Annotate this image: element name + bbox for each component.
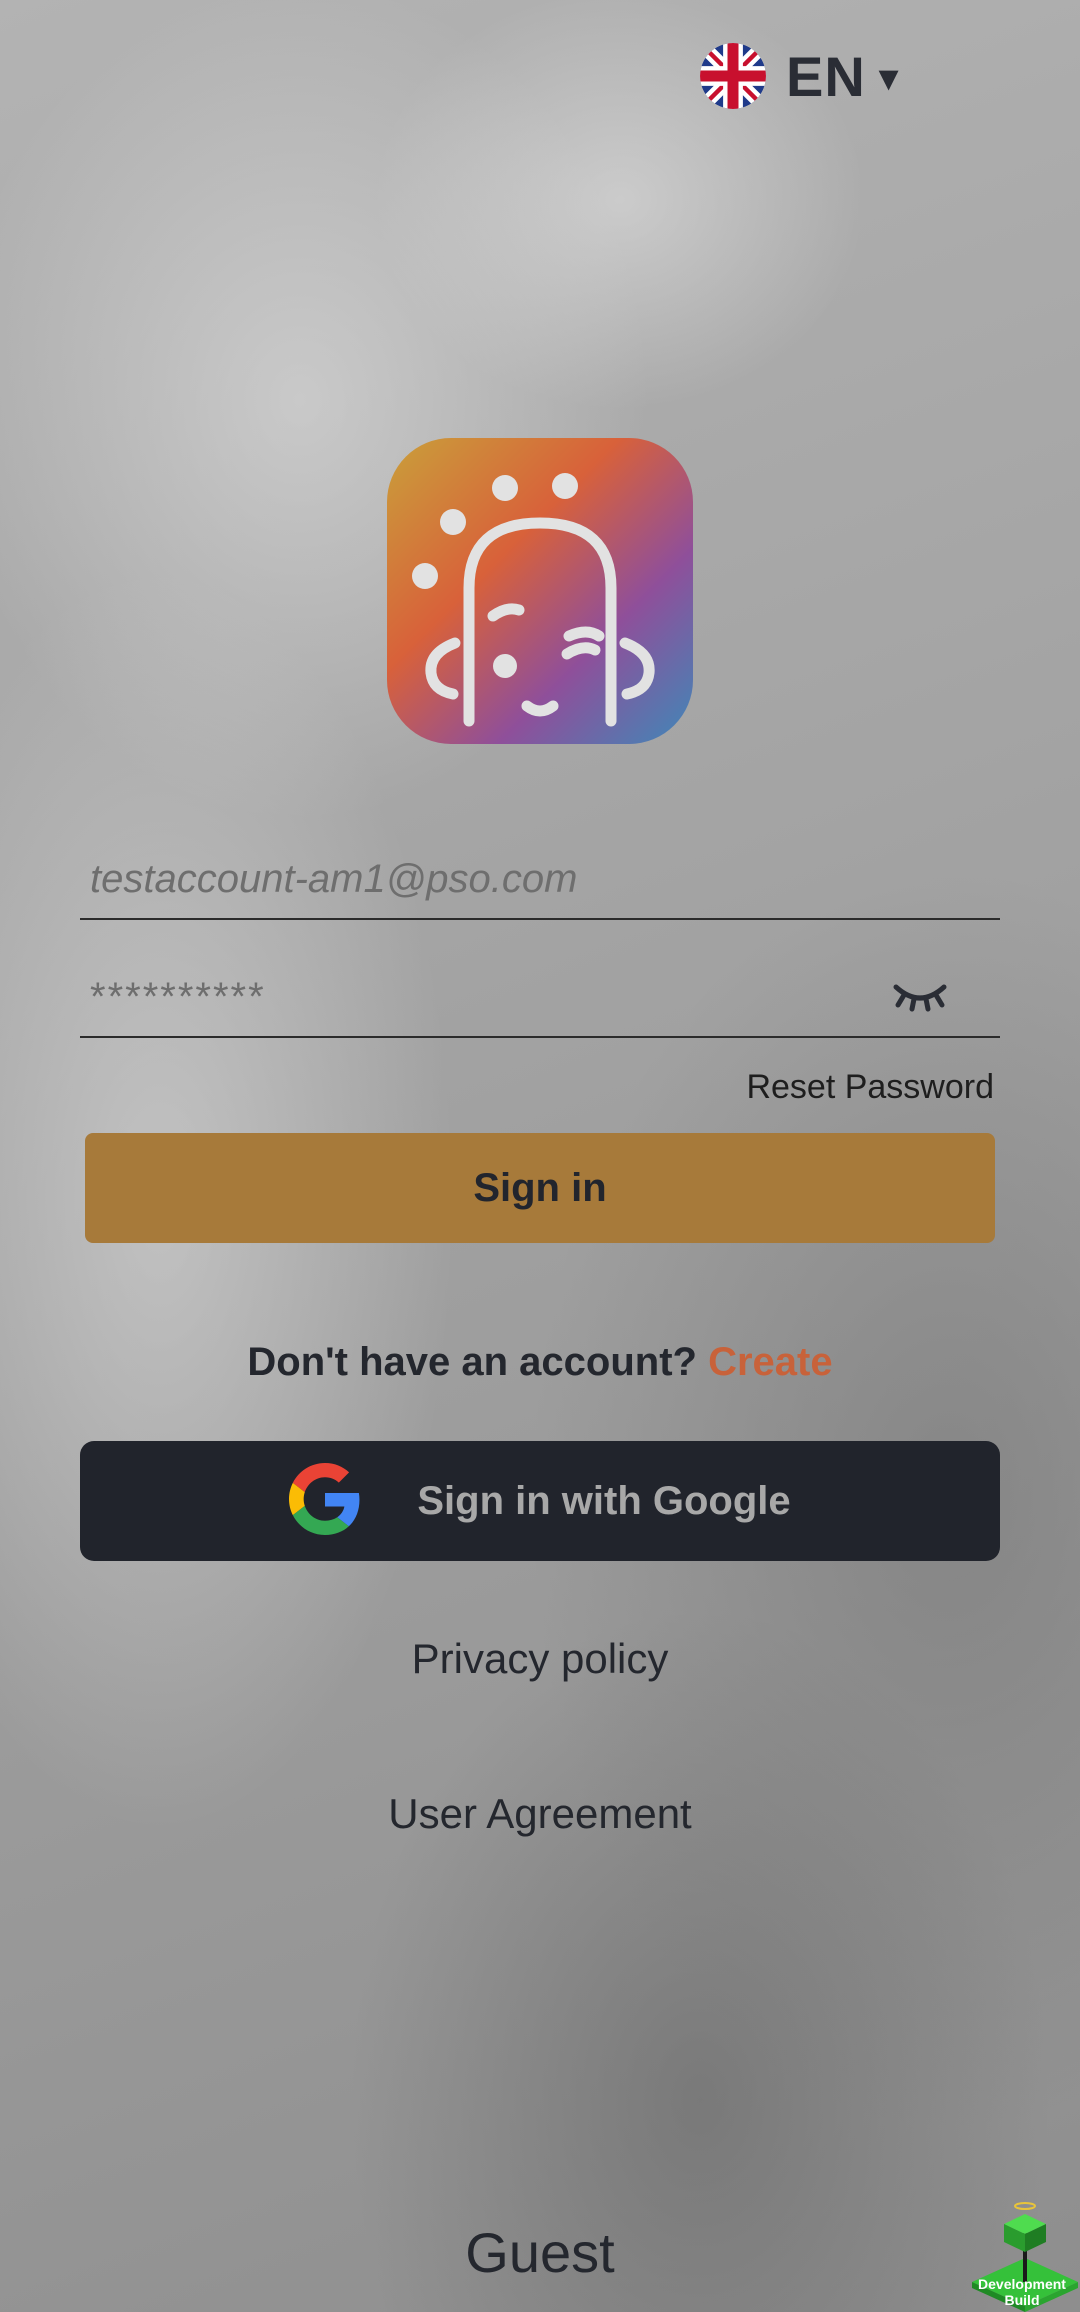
privacy-policy-link[interactable]: Privacy policy <box>0 1635 1080 1683</box>
signup-prompt-text: Don't have an account? <box>247 1340 709 1384</box>
email-field[interactable] <box>80 840 1000 920</box>
language-selector[interactable]: EN ▼ <box>700 40 905 112</box>
create-account-link[interactable]: Create <box>708 1340 833 1384</box>
development-build-label: Development Build <box>978 2276 1066 2308</box>
password-input[interactable] <box>80 974 890 1020</box>
caret-down-icon: ▼ <box>871 59 906 98</box>
eye-closed-icon[interactable] <box>890 975 1000 1020</box>
development-build-icon: Development Build <box>970 2200 1080 2312</box>
password-field[interactable] <box>80 958 1000 1038</box>
user-agreement-link[interactable]: User Agreement <box>0 1790 1080 1838</box>
signup-prompt: Don't have an account? Create <box>0 1340 1080 1385</box>
google-icon <box>289 1462 361 1540</box>
google-sign-in-label: Sign in with Google <box>417 1478 791 1523</box>
guest-button[interactable]: Guest <box>0 2220 1080 2285</box>
app-logo-icon <box>387 438 693 744</box>
language-code: EN <box>786 44 866 108</box>
uk-flag-icon <box>700 43 766 109</box>
google-sign-in-button[interactable]: Sign in with Google <box>80 1441 1000 1561</box>
email-input[interactable] <box>80 856 1000 902</box>
sign-in-label: Sign in <box>473 1165 607 1210</box>
reset-password-link[interactable]: Reset Password <box>700 1068 994 1107</box>
sign-in-button[interactable]: Sign in <box>85 1133 995 1243</box>
